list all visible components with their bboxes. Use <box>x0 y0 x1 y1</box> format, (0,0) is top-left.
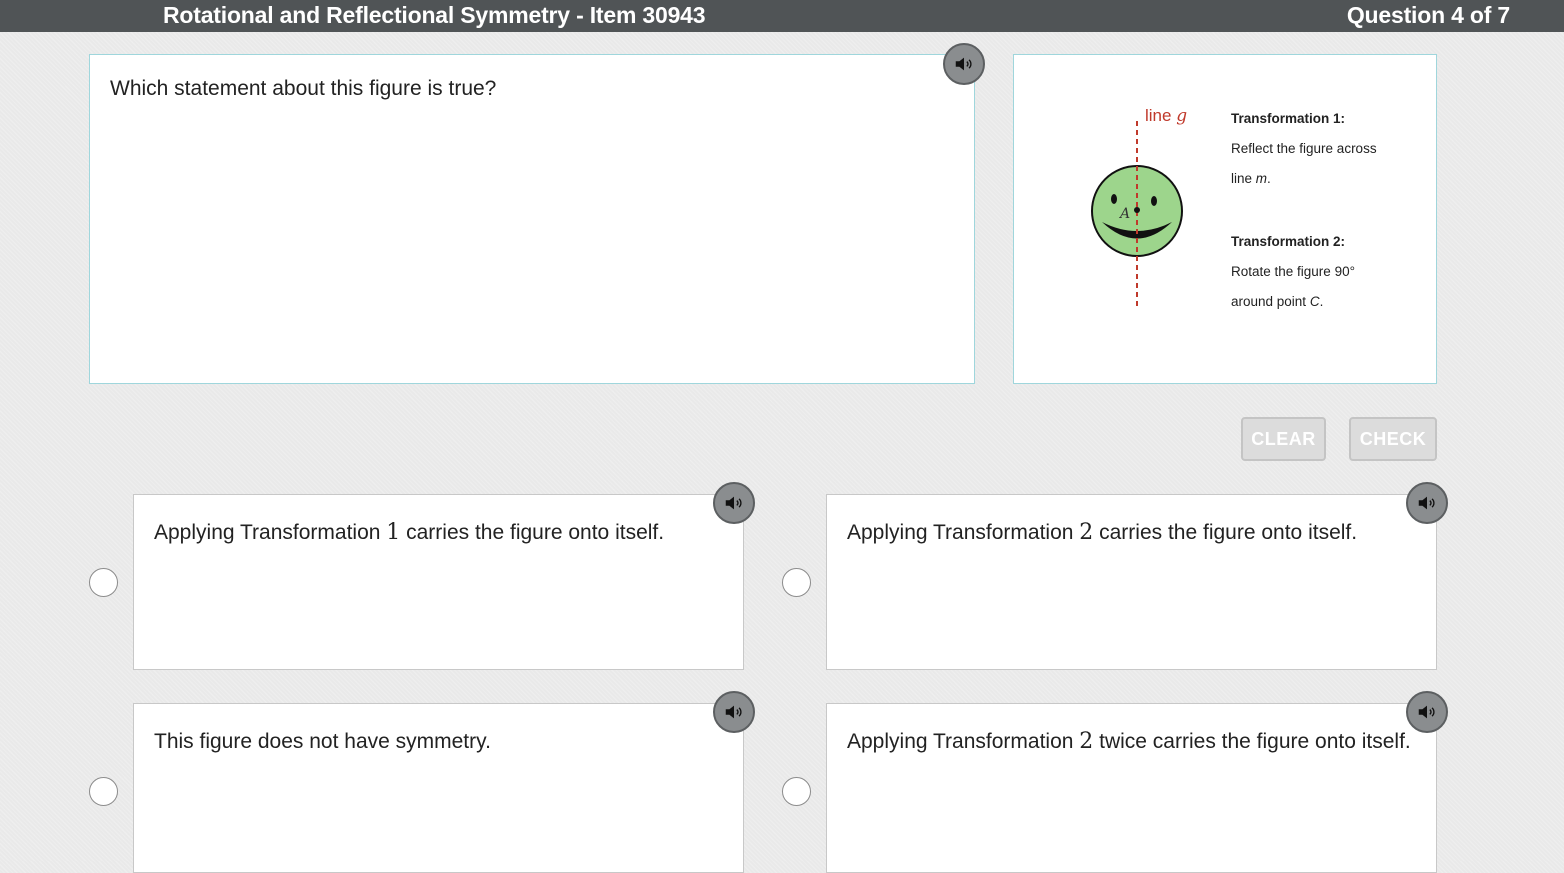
option-1-radio[interactable] <box>89 568 118 597</box>
speaker-icon <box>725 496 742 510</box>
option-3-audio-button[interactable] <box>713 691 755 733</box>
option-2-radio[interactable] <box>782 568 811 597</box>
figure-panel: A line g Transformation 1: Reflect the f… <box>1013 54 1437 384</box>
speaker-icon <box>725 705 742 719</box>
transformation-2-heading: Transformation 2: <box>1231 234 1346 249</box>
left-eye <box>1111 194 1117 204</box>
option-4-audio-button[interactable] <box>1406 691 1448 733</box>
option-1-text: Applying Transformation 1 carries the fi… <box>154 520 665 545</box>
option-2-text: Applying Transformation 2 carries the fi… <box>847 520 1358 545</box>
clear-button[interactable]: CLEAR <box>1241 417 1326 461</box>
transformation-1-line1: Reflect the figure across <box>1231 141 1377 156</box>
check-button[interactable]: CHECK <box>1349 417 1437 461</box>
option-4-radio[interactable] <box>782 777 811 806</box>
question-prompt: Which statement about this figure is tru… <box>110 77 497 100</box>
option-2-card[interactable]: Applying Transformation 2 carries the fi… <box>826 494 1437 670</box>
top-bar: Rotational and Reflectional Symmetry - I… <box>0 0 1564 32</box>
option-3-card[interactable]: This figure does not have symmetry. <box>133 703 744 873</box>
question-counter: Question 4 of 7 <box>1346 2 1510 28</box>
question-panel: Which statement about this figure is tru… <box>89 54 975 384</box>
point-a <box>1134 207 1140 213</box>
transformation-2: Transformation 2: Rotate the figure 90° … <box>1231 227 1355 317</box>
option-2-audio-button[interactable] <box>1406 482 1448 524</box>
item-title: Rotational and Reflectional Symmetry - I… <box>163 2 706 28</box>
transformation-1: Transformation 1: Reflect the figure acr… <box>1231 104 1377 194</box>
transformation-1-line2: line m. <box>1231 171 1271 186</box>
speaker-icon <box>1418 705 1435 719</box>
speaker-icon <box>955 57 972 71</box>
right-eye <box>1151 196 1157 206</box>
transformation-2-line1: Rotate the figure 90° <box>1231 264 1355 279</box>
transformation-2-line2: around point C. <box>1231 294 1324 309</box>
option-3-radio[interactable] <box>89 777 118 806</box>
speaker-icon <box>1418 496 1435 510</box>
option-1-card[interactable]: Applying Transformation 1 carries the fi… <box>133 494 744 670</box>
option-4-card[interactable]: Applying Transformation 2 twice carries … <box>826 703 1437 873</box>
option-1-audio-button[interactable] <box>713 482 755 524</box>
point-a-label: A <box>1118 206 1130 222</box>
transformation-1-heading: Transformation 1: <box>1231 111 1346 126</box>
option-3-text: This figure does not have symmetry. <box>154 730 491 753</box>
line-g-label: line g <box>1145 106 1187 126</box>
option-4-text: Applying Transformation 2 twice carries … <box>847 729 1411 754</box>
question-audio-button[interactable] <box>943 43 985 85</box>
